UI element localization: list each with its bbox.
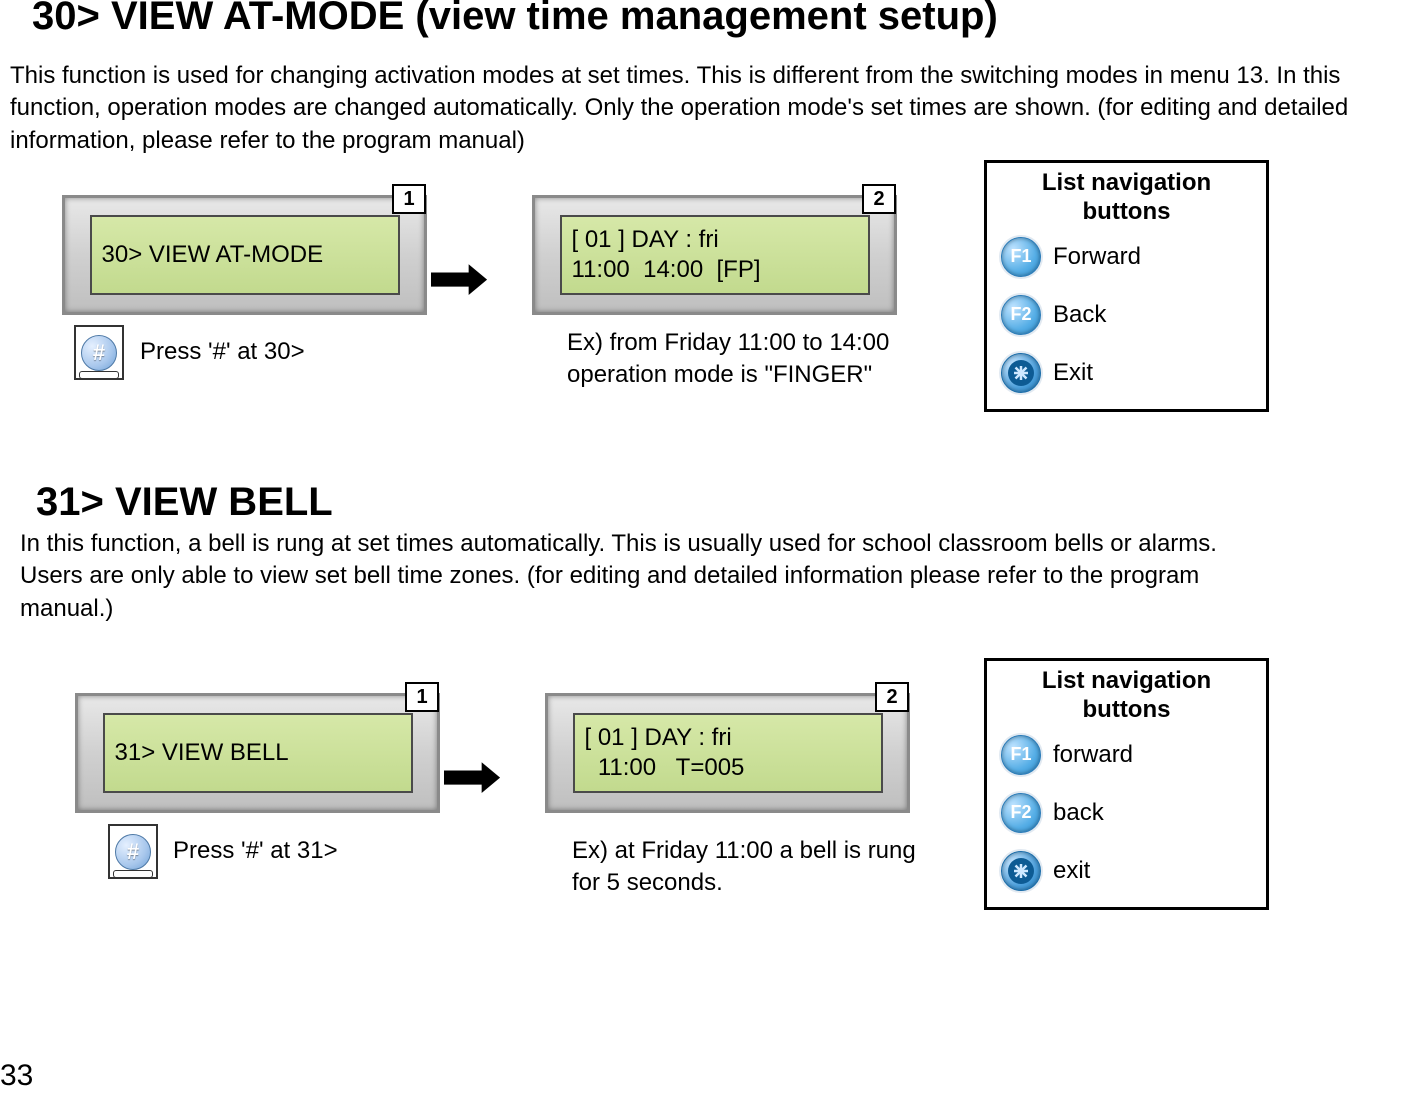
step-badge: 2	[862, 184, 896, 214]
lcd-device-31-1: 31> VIEW BELL 1	[75, 693, 440, 813]
exit-key-icon	[1001, 353, 1041, 393]
section-30-heading: 30> VIEW AT-MODE (view time management s…	[32, 0, 998, 40]
hash-symbol: #	[81, 335, 117, 371]
lcd-screen-31-2: [ 01 ] DAY : fri 11:00 T=005	[573, 713, 883, 793]
nav-back-label: Back	[1053, 301, 1106, 329]
lcd-screen-31-1: 31> VIEW BELL	[103, 713, 413, 793]
lcd-line: 30> VIEW AT-MODE	[102, 240, 388, 270]
nav-forward-row: F1 forward	[1001, 735, 1256, 775]
lcd-line: 11:00 14:00 [FP]	[572, 255, 858, 285]
hash-key-icon: #	[108, 824, 158, 879]
nav-title: List navigation buttons	[997, 667, 1256, 725]
section-31-heading: 31> VIEW BELL	[36, 478, 333, 526]
nav-buttons-box-31: List navigation buttons F1 forward F2 ba…	[984, 658, 1269, 910]
press-instruction-30: Press '#' at 30>	[140, 336, 305, 368]
section-31-description: In this function, a bell is rung at set …	[20, 528, 1245, 625]
nav-forward-row: F1 Forward	[1001, 237, 1256, 277]
f2-key-icon: F2	[1001, 295, 1041, 335]
step-badge: 1	[405, 682, 439, 712]
example-text-31: Ex) at Friday 11:00 a bell is rung for 5…	[572, 835, 916, 900]
lcd-screen-30-2: [ 01 ] DAY : fri 11:00 14:00 [FP]	[560, 215, 870, 295]
page-number: 33	[0, 1059, 33, 1093]
nav-title: List navigation buttons	[997, 169, 1256, 227]
nav-forward-label: Forward	[1053, 243, 1141, 271]
lcd-line: 11:00 T=005	[585, 753, 871, 783]
nav-buttons-box-30: List navigation buttons F1 Forward F2 Ba…	[984, 160, 1269, 412]
f1-key-icon: F1	[1001, 237, 1041, 277]
arrow-right-icon: ➡	[427, 248, 489, 310]
nav-back-row: F2 Back	[1001, 295, 1256, 335]
nav-exit-row: Exit	[1001, 353, 1256, 393]
lcd-screen-30-1: 30> VIEW AT-MODE	[90, 215, 400, 295]
page: 30> VIEW AT-MODE (view time management s…	[0, 0, 1403, 1103]
nav-exit-row: exit	[1001, 851, 1256, 891]
nav-exit-label: exit	[1053, 857, 1090, 885]
nav-forward-label: forward	[1053, 741, 1133, 769]
lcd-line: [ 01 ] DAY : fri	[572, 225, 858, 255]
press-instruction-31: Press '#' at 31>	[173, 835, 338, 867]
hash-key-icon: #	[74, 325, 124, 380]
f2-key-icon: F2	[1001, 793, 1041, 833]
nav-back-label: back	[1053, 799, 1104, 827]
nav-back-row: F2 back	[1001, 793, 1256, 833]
exit-key-icon	[1001, 851, 1041, 891]
hash-symbol: #	[115, 834, 151, 870]
lcd-device-31-2: [ 01 ] DAY : fri 11:00 T=005 2	[545, 693, 910, 813]
step-badge: 2	[875, 682, 909, 712]
step-badge: 1	[392, 184, 426, 214]
arrow-right-icon: ➡	[440, 746, 502, 808]
example-text-30: Ex) from Friday 11:00 to 14:00 operation…	[567, 327, 889, 392]
nav-exit-label: Exit	[1053, 359, 1093, 387]
lcd-device-30-1: 30> VIEW AT-MODE 1	[62, 195, 427, 315]
lcd-line: 31> VIEW BELL	[115, 738, 401, 768]
lcd-device-30-2: [ 01 ] DAY : fri 11:00 14:00 [FP] 2	[532, 195, 897, 315]
f1-key-icon: F1	[1001, 735, 1041, 775]
section-30-description: This function is used for changing activ…	[10, 60, 1402, 157]
lcd-line: [ 01 ] DAY : fri	[585, 723, 871, 753]
